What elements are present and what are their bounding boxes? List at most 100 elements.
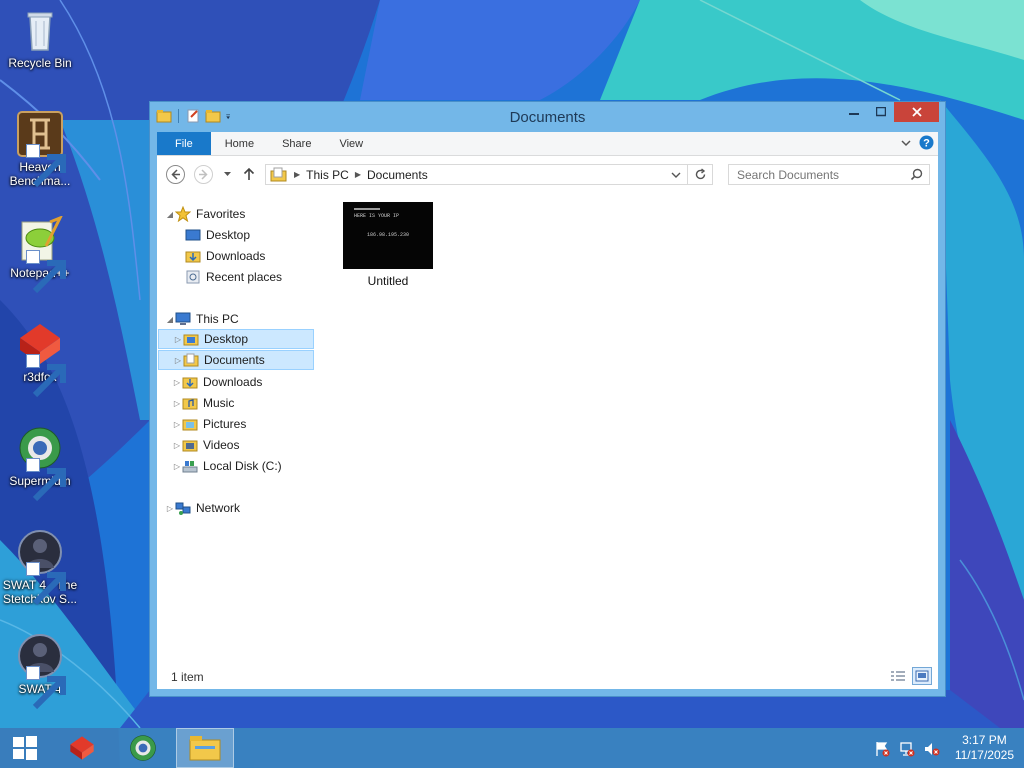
nav-favorites-desktop[interactable]: Desktop — [185, 225, 250, 245]
maximize-button[interactable] — [867, 102, 894, 122]
expand-arrow-icon[interactable]: ▷ — [172, 420, 182, 429]
search-box[interactable] — [728, 164, 930, 185]
nav-this-pc-downloads[interactable]: ▷ Downloads — [172, 372, 262, 392]
nav-this-pc-label: This PC — [196, 312, 239, 326]
volume-muted-icon[interactable] — [924, 741, 940, 757]
ribbon-tabs: File Home Share View ? — [157, 132, 938, 156]
breadcrumb-separator-icon[interactable]: ▶ — [294, 170, 300, 179]
network-status-icon[interactable] — [899, 741, 915, 757]
nav-item-label: Downloads — [206, 249, 266, 263]
refresh-icon — [695, 168, 705, 180]
desktop-icon-heaven-benchmark[interactable]: Heaven Benchma... — [2, 110, 78, 188]
expand-arrow-icon[interactable]: ▷ — [173, 356, 183, 365]
desktop-icon-recycle-bin[interactable]: Recycle Bin — [2, 6, 78, 70]
desktop-icon-notepad-plus-plus[interactable]: Notepad++ — [2, 215, 78, 294]
nav-favorites-downloads[interactable]: Downloads — [185, 246, 265, 266]
taskbar-clock[interactable]: 3:17 PM 11/17/2025 — [955, 733, 1014, 763]
tab-file[interactable]: File — [157, 132, 211, 155]
swat4-stetchkov-icon — [16, 528, 66, 606]
file-item[interactable]: HERE IS YOUR IP 186.98.195.230 Untitled — [335, 202, 441, 288]
desktop-folder-icon — [183, 334, 199, 346]
minimize-icon — [848, 113, 859, 115]
nav-this-pc-videos[interactable]: ▷ Videos — [172, 435, 240, 455]
clock-time: 3:17 PM — [962, 733, 1007, 747]
shortcut-arrow-icon — [26, 250, 66, 294]
close-button[interactable] — [894, 102, 939, 122]
nav-item-label: Pictures — [203, 417, 247, 431]
downloads-folder-icon — [185, 251, 201, 263]
shortcut-arrow-icon — [26, 354, 66, 398]
nav-item-label: Desktop — [204, 332, 249, 346]
desktop-icon-swat4-stetchkov[interactable]: SWAT 4 - The Stetchkov S... — [2, 528, 78, 606]
collapse-arrow-icon[interactable]: ◢ — [165, 210, 175, 219]
large-icons-view-button[interactable] — [912, 667, 932, 685]
close-icon — [911, 107, 922, 117]
desktop-icon-label: Recycle Bin — [8, 56, 72, 70]
nav-favorites[interactable]: ◢ Favorites — [165, 204, 245, 224]
nav-favorites-recent-places[interactable]: Recent places — [185, 267, 282, 287]
view-buttons — [888, 667, 932, 685]
recent-locations-icon[interactable] — [223, 170, 232, 179]
expand-arrow-icon[interactable]: ▷ — [173, 335, 183, 344]
nav-item-label: Videos — [203, 438, 240, 452]
forward-button-icon[interactable] — [193, 164, 214, 185]
action-center-flag-icon[interactable] — [874, 741, 890, 757]
taskbar-supermium[interactable] — [118, 728, 168, 768]
desktop-icon-r3dfox[interactable]: r3dfox — [2, 320, 78, 398]
breadcrumb-this-pc[interactable]: This PC — [306, 168, 349, 182]
search-input[interactable] — [729, 165, 907, 184]
collapse-arrow-icon[interactable]: ◢ — [165, 315, 175, 324]
nav-this-pc-documents[interactable]: ▷ Documents — [158, 350, 314, 370]
expand-ribbon-icon[interactable] — [901, 138, 911, 148]
nav-this-pc-local-disk[interactable]: ▷ Local Disk (C:) — [172, 456, 282, 476]
up-arrow-icon[interactable] — [242, 164, 256, 185]
taskbar-r3dfox[interactable] — [58, 728, 106, 768]
network-icon — [175, 502, 191, 515]
shortcut-arrow-icon — [26, 562, 66, 606]
expand-arrow-icon[interactable]: ▷ — [172, 441, 182, 450]
file-list[interactable]: HERE IS YOUR IP 186.98.195.230 Untitled — [327, 196, 938, 663]
explorer-window[interactable]: Documents File Home Share View ? ▶ This … — [149, 101, 946, 697]
desktop-icon-swat4[interactable]: SWAT 4 — [2, 632, 78, 710]
refresh-button[interactable] — [688, 164, 713, 185]
nav-item-label: Documents — [204, 353, 265, 367]
nav-this-pc[interactable]: ◢ This PC — [165, 309, 239, 329]
details-view-icon — [891, 671, 905, 681]
breadcrumb-documents[interactable]: Documents — [367, 168, 428, 182]
shortcut-arrow-icon — [26, 144, 66, 188]
breadcrumb-separator-icon[interactable]: ▶ — [355, 170, 361, 179]
expand-arrow-icon[interactable]: ▷ — [172, 399, 182, 408]
nav-item-label: Downloads — [203, 375, 263, 389]
desktop-icon-supermium[interactable]: Supermium — [2, 424, 78, 502]
address-dropdown-icon[interactable] — [671, 171, 681, 179]
back-button-icon[interactable] — [165, 164, 186, 185]
nav-this-pc-desktop[interactable]: ▷ Desktop — [158, 329, 314, 349]
search-icon[interactable] — [910, 168, 923, 181]
taskbar: 3:17 PM 11/17/2025 — [0, 728, 1024, 768]
details-view-button[interactable] — [888, 667, 908, 685]
nav-this-pc-pictures[interactable]: ▷ Pictures — [172, 414, 246, 434]
taskbar-file-explorer[interactable] — [176, 728, 234, 768]
title-bar[interactable]: Documents — [150, 102, 945, 132]
hard-drive-icon — [182, 461, 198, 473]
help-icon[interactable]: ? — [919, 135, 934, 150]
documents-folder-icon — [183, 353, 199, 367]
expand-arrow-icon[interactable]: ▷ — [165, 504, 175, 513]
tab-home[interactable]: Home — [211, 132, 268, 155]
pictures-folder-icon — [182, 419, 198, 431]
nav-this-pc-music[interactable]: ▷ Music — [172, 393, 234, 413]
window-title: Documents — [509, 109, 586, 126]
tab-view[interactable]: View — [325, 132, 377, 155]
computer-icon — [175, 312, 191, 325]
expand-arrow-icon[interactable]: ▷ — [172, 378, 182, 387]
minimize-button[interactable] — [840, 102, 867, 122]
nav-network[interactable]: ▷ Network — [165, 498, 240, 518]
nav-item-label: Recent places — [206, 270, 283, 284]
r3dfox-icon — [70, 736, 94, 760]
nav-item-label: Music — [203, 396, 235, 410]
start-button[interactable] — [0, 728, 50, 768]
tab-share[interactable]: Share — [268, 132, 325, 155]
address-bar[interactable]: ▶ This PC ▶ Documents — [265, 164, 688, 185]
window-client: File Home Share View ? ▶ This PC ▶ Docum… — [157, 132, 938, 689]
expand-arrow-icon[interactable]: ▷ — [172, 462, 182, 471]
